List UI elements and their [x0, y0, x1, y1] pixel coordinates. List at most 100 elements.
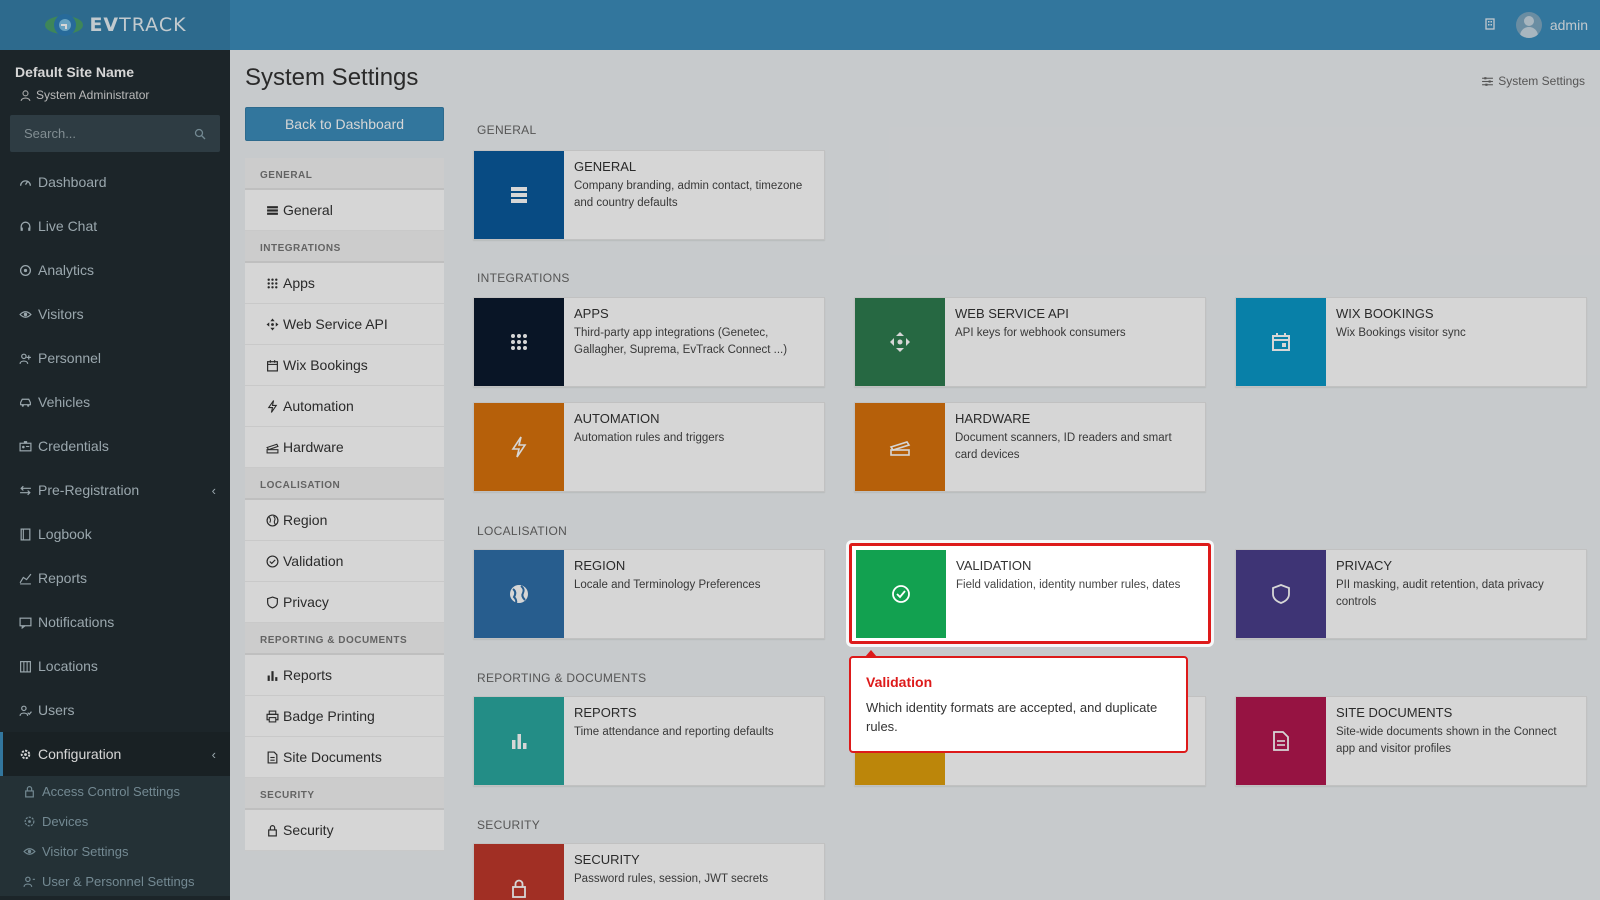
calendar-icon	[1236, 298, 1326, 386]
tooltip-title: Validation	[866, 674, 933, 690]
page-title: System Settings	[245, 64, 419, 91]
settings-card-security[interactable]: SECURITY Password rules, session, JWT sec…	[473, 843, 825, 900]
scanner-icon	[265, 440, 279, 454]
settings-nav-privacy[interactable]: Privacy	[245, 582, 444, 623]
bolt-icon	[474, 403, 564, 491]
search-input[interactable]	[10, 115, 180, 152]
sidebar-item-configuration[interactable]: Configuration ‹	[0, 732, 230, 776]
settings-card-apps[interactable]: APPS Third-party app integrations (Genete…	[473, 297, 825, 387]
globe-icon	[265, 513, 279, 527]
tooltip-text: Which identity formats are accepted, and…	[866, 700, 1158, 734]
settings-nav-section-reporting: REPORTING & DOCUMENTS	[245, 623, 444, 655]
settings-nav-apps[interactable]: Apps	[245, 263, 444, 304]
settings-card-validation[interactable]: VALIDATION Field validation, identity num…	[856, 550, 1208, 640]
settings-nav-general[interactable]: General	[245, 190, 444, 231]
breadcrumb[interactable]: System Settings	[1480, 74, 1585, 88]
main-content: System Settings System Settings Back to …	[230, 50, 1600, 900]
lock-icon	[474, 844, 564, 900]
sidebar-item-credentials[interactable]: Credentials	[0, 424, 230, 468]
move-icon	[855, 298, 945, 386]
bell-icon	[18, 615, 32, 629]
sidebar-search	[10, 115, 220, 152]
grid-icon	[265, 276, 279, 290]
check-circle-icon	[265, 554, 279, 568]
document-icon	[1236, 697, 1326, 785]
settings-nav-automation[interactable]: Automation	[245, 386, 444, 427]
avatar	[1515, 12, 1542, 38]
tour-highlight: VALIDATION Field validation, identity num…	[849, 543, 1211, 644]
shield-icon	[1236, 550, 1326, 638]
bar-chart-icon	[265, 668, 279, 682]
top-navbar: EVTRACK admin	[0, 0, 1600, 50]
search-icon[interactable]	[194, 127, 206, 145]
chevron-left-icon: ‹	[211, 482, 216, 498]
sidebar-subitem-devices[interactable]: Devices	[0, 806, 230, 836]
settings-card-wix-bookings[interactable]: WIX BOOKINGS Wix Bookings visitor sync	[1235, 297, 1587, 387]
settings-nav-security[interactable]: Security	[245, 810, 444, 851]
settings-nav-section-general: GENERAL	[245, 158, 444, 190]
bolt-icon	[265, 399, 279, 413]
sidebar-item-live-chat[interactable]: Live Chat	[0, 204, 230, 248]
settings-nav-validation[interactable]: Validation	[245, 541, 444, 582]
user-icon	[18, 88, 32, 102]
sidebar-subitem-visitor-settings[interactable]: Visitor Settings	[0, 836, 230, 866]
settings-nav-hardware[interactable]: Hardware	[245, 427, 444, 468]
section-title-security: SECURITY	[477, 818, 541, 832]
back-to-dashboard-button[interactable]: Back to Dashboard	[245, 107, 444, 141]
dashboard-icon	[18, 175, 32, 189]
shield-icon	[265, 595, 279, 609]
settings-card-web-service-api[interactable]: WEB SERVICE API API keys for webhook cons…	[854, 297, 1206, 387]
section-title-localisation: LOCALISATION	[477, 524, 568, 538]
logo-text: EVTRACK	[89, 14, 187, 36]
sidebar-subitem-access-control-settings[interactable]: Access Control Settings	[0, 776, 230, 806]
sidebar-item-vehicles[interactable]: Vehicles	[0, 380, 230, 424]
app-logo[interactable]: EVTRACK	[0, 0, 230, 50]
sidebar-item-users[interactable]: Users	[0, 688, 230, 732]
lock-icon	[22, 784, 36, 798]
sidebar-subitem-user-personnel-settings[interactable]: User & Personnel Settings	[0, 866, 230, 896]
eye-icon	[18, 307, 32, 321]
sliders-icon	[1480, 74, 1494, 88]
sidebar-item-personnel[interactable]: Personnel	[0, 336, 230, 380]
printer-icon	[265, 709, 279, 723]
sidebar-item-logbook[interactable]: Logbook	[0, 512, 230, 556]
lock-icon	[265, 823, 279, 837]
section-title-general: GENERAL	[477, 123, 537, 137]
settings-card-site-documents[interactable]: SITE DOCUMENTS Site-wide documents shown …	[1235, 696, 1587, 786]
settings-card-automation[interactable]: AUTOMATION Automation rules and triggers	[473, 402, 825, 492]
chart-icon	[18, 571, 32, 585]
settings-nav-web-service-api[interactable]: Web Service API	[245, 304, 444, 345]
gear-icon	[18, 747, 32, 761]
users-icon	[18, 703, 32, 717]
book-icon	[18, 527, 32, 541]
settings-nav-wix-bookings[interactable]: Wix Bookings	[245, 345, 444, 386]
sidebar-item-pre-registration[interactable]: Pre-Registration ‹	[0, 468, 230, 512]
eye-icon	[22, 844, 36, 858]
sidebar-item-dashboard[interactable]: Dashboard	[0, 160, 230, 204]
settings-card-general[interactable]: GENERAL Company branding, admin contact, …	[473, 150, 825, 240]
user-menu[interactable]: admin	[1515, 12, 1588, 38]
id-card-icon	[18, 439, 32, 453]
site-name: Default Site Name	[15, 64, 135, 80]
settings-nav-badge-printing[interactable]: Badge Printing	[245, 696, 444, 737]
user-role: System Administrator	[18, 88, 149, 102]
configuration-submenu: Access Control Settings Devices Visitor …	[0, 776, 230, 896]
settings-card-privacy[interactable]: PRIVACY PII masking, audit retention, dat…	[1235, 549, 1587, 639]
settings-nav-site-documents[interactable]: Site Documents	[245, 737, 444, 778]
tour-tooltip: Validation Which identity formats are ac…	[849, 650, 1188, 753]
building-icon	[18, 659, 32, 673]
sidebar-item-notifications[interactable]: Notifications	[0, 600, 230, 644]
sidebar-item-reports[interactable]: Reports	[0, 556, 230, 600]
settings-nav-reports[interactable]: Reports	[245, 655, 444, 696]
sidebar-item-analytics[interactable]: Analytics	[0, 248, 230, 292]
document-icon	[265, 750, 279, 764]
settings-nav: GENERAL General INTEGRATIONS Apps Web Se…	[245, 158, 444, 851]
sidebar-item-locations[interactable]: Locations	[0, 644, 230, 688]
settings-card-hardware[interactable]: HARDWARE Document scanners, ID readers an…	[854, 402, 1206, 492]
settings-nav-region[interactable]: Region	[245, 500, 444, 541]
settings-card-region[interactable]: REGION Locale and Terminology Preferences	[473, 549, 825, 639]
settings-card-reports[interactable]: REPORTS Time attendance and reporting def…	[473, 696, 825, 786]
sidebar-item-visitors[interactable]: Visitors	[0, 292, 230, 336]
building-icon[interactable]	[1484, 17, 1496, 33]
chevron-down-icon: ‹	[211, 746, 216, 762]
